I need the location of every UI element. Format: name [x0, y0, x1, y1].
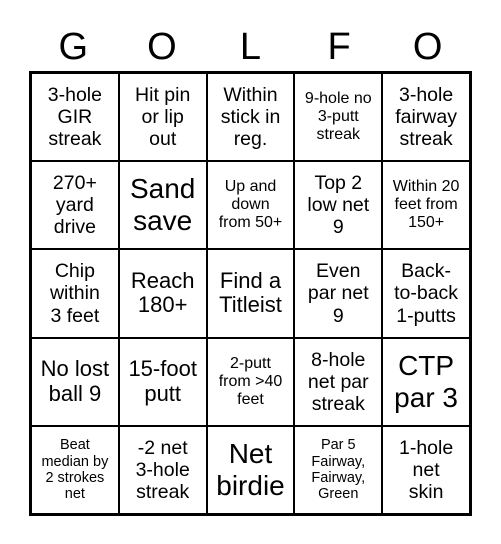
bingo-cell[interactable]: Net birdie — [206, 425, 295, 514]
bingo-header: G O L F O — [29, 24, 472, 70]
bingo-cell[interactable]: Up and down from 50+ — [206, 161, 295, 250]
bingo-cell[interactable]: 3-hole fairway streak — [382, 73, 470, 162]
bingo-cell[interactable]: Even par net 9 — [294, 249, 383, 338]
bingo-cell[interactable]: 3-hole GIR streak — [31, 73, 119, 162]
bingo-cell[interactable]: 8-hole net par streak — [294, 337, 383, 426]
bingo-cell[interactable]: Top 2 low net 9 — [294, 161, 383, 250]
bingo-cell[interactable]: Hit pin or lip out — [118, 73, 207, 162]
bingo-cell[interactable]: Sand save — [118, 161, 207, 250]
bingo-cell[interactable]: 15-foot putt — [118, 337, 207, 426]
header-letter: O — [147, 26, 177, 68]
header-letter: L — [239, 26, 262, 68]
bingo-cell[interactable]: 2-putt from >40 feet — [206, 337, 295, 426]
bingo-grid: 3-hole GIR streak Hit pin or lip out Wit… — [29, 71, 472, 516]
bingo-cell[interactable]: Reach 180+ — [118, 249, 207, 338]
bingo-cell[interactable]: CTP par 3 — [382, 337, 470, 426]
bingo-cell[interactable]: 270+ yard drive — [31, 161, 119, 250]
bingo-cell[interactable]: Back- to-back 1-putts — [382, 249, 470, 338]
bingo-cell[interactable]: No lost ball 9 — [31, 337, 119, 426]
header-letter: F — [327, 26, 351, 68]
bingo-cell[interactable]: Beat median by 2 strokes net — [31, 425, 119, 514]
header-letter: O — [412, 26, 443, 68]
bingo-cell[interactable]: Within 20 feet from 150+ — [382, 161, 470, 250]
bingo-cell[interactable]: Chip within 3 feet — [31, 249, 119, 338]
bingo-cell[interactable]: Within stick in reg. — [206, 73, 295, 162]
header-letter: G — [58, 26, 89, 68]
bingo-cell[interactable]: Par 5 Fairway, Fairway, Green — [294, 425, 383, 514]
bingo-cell[interactable]: -2 net 3-hole streak — [118, 425, 207, 514]
bingo-cell[interactable]: 9-hole no 3-putt streak — [294, 73, 383, 162]
bingo-cell[interactable]: 1-hole net skin — [382, 425, 470, 514]
bingo-cell[interactable]: Find a Titleist — [206, 249, 295, 338]
